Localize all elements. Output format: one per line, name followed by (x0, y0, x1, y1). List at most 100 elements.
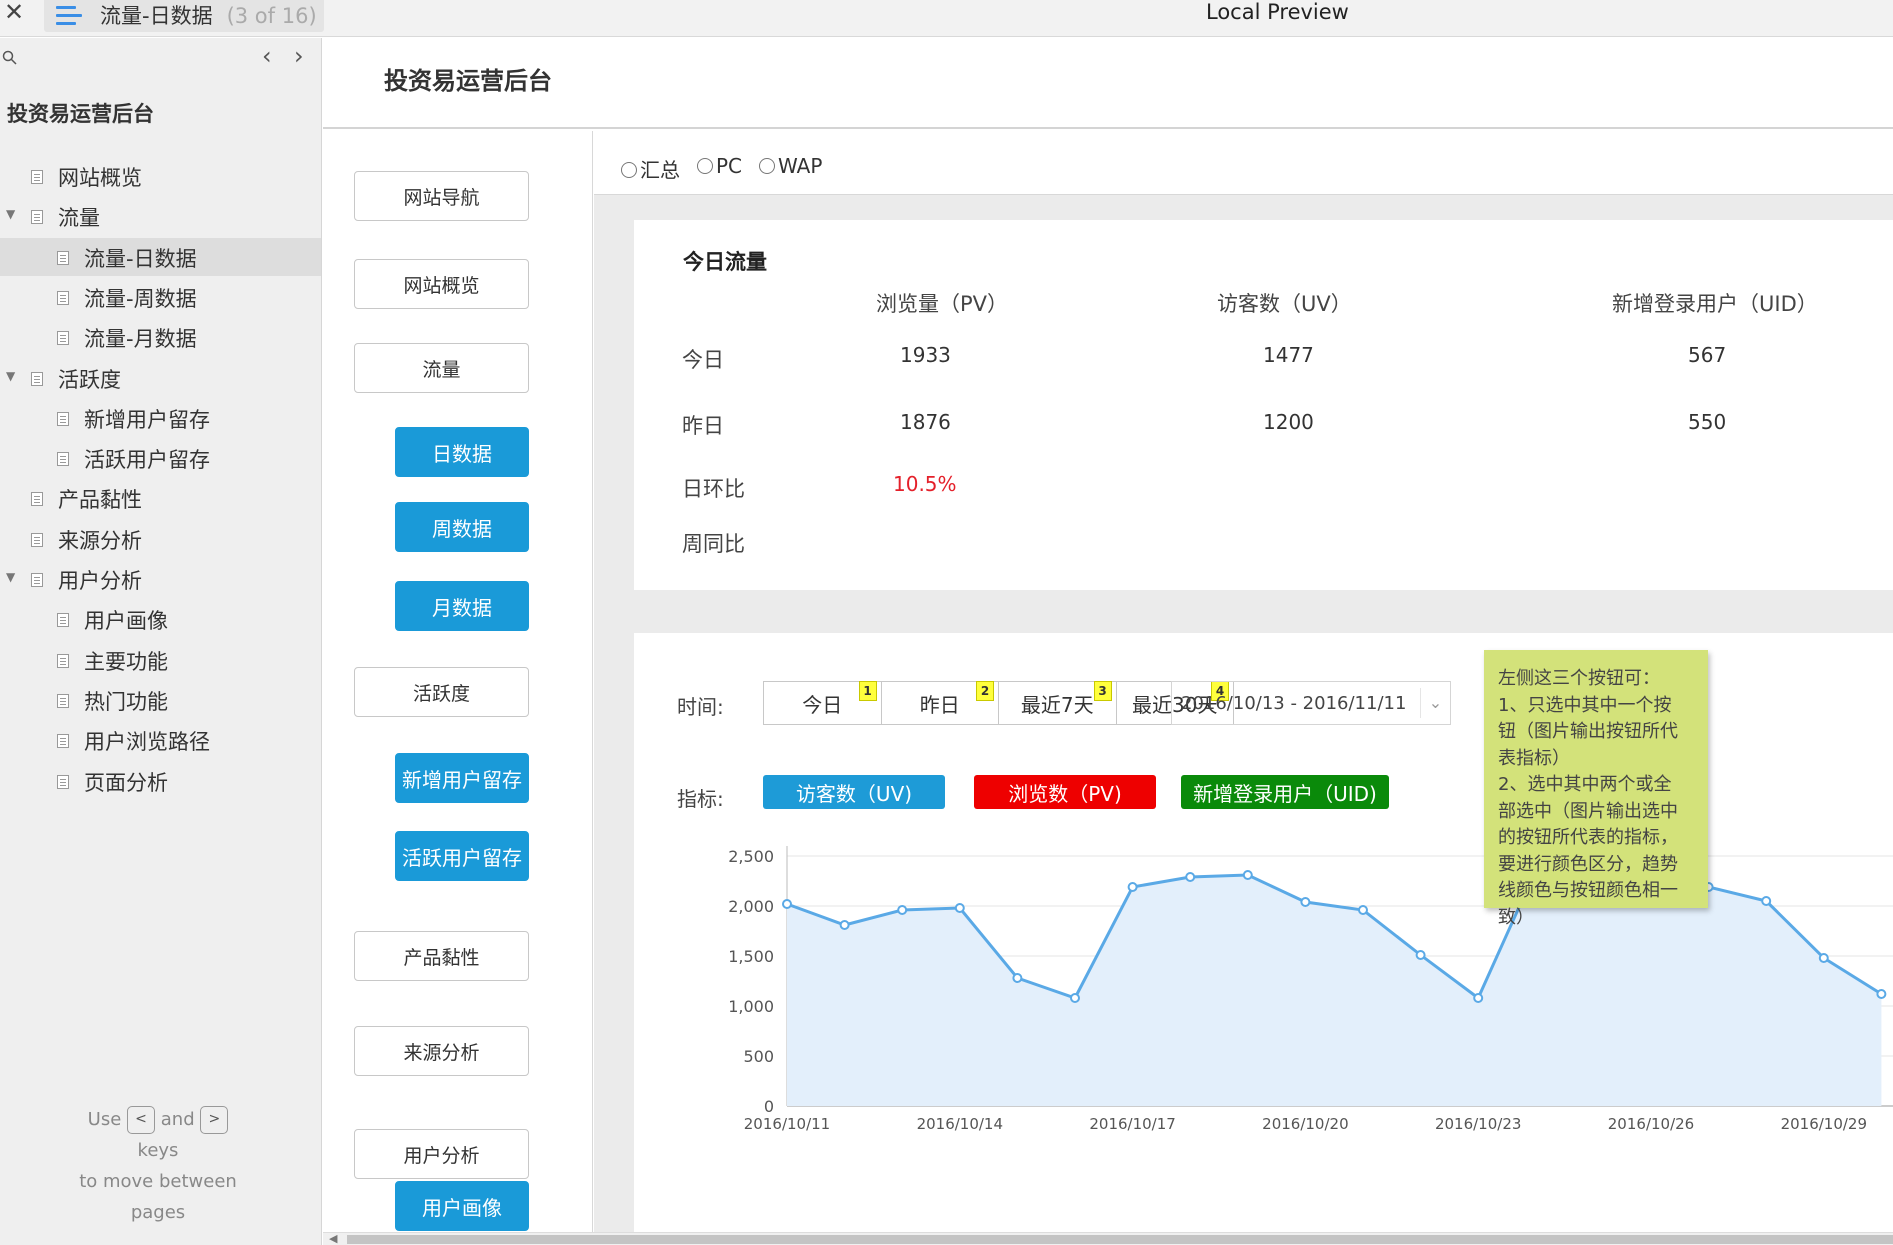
sidebar-item[interactable]: 新增用户留存 (0, 399, 321, 437)
page-icon (31, 573, 43, 587)
document-tab-title: 流量-日数据 (3 of 16) (100, 4, 317, 28)
nav-traffic-button[interactable]: 流量 (354, 343, 529, 393)
page-icon (57, 251, 69, 265)
sidebar-item[interactable]: 热门功能 (0, 681, 321, 719)
sidebar-item-label: 用户画像 (84, 609, 168, 633)
page-icon (57, 331, 69, 345)
page-icon (31, 533, 43, 547)
row-label-today: 今日 (682, 348, 724, 372)
row-label-week-over-week: 周同比 (682, 532, 745, 556)
next-page-icon[interactable]: › (294, 42, 304, 70)
scroll-left-icon[interactable]: ◀ (329, 1232, 337, 1245)
sidebar-item[interactable]: ▼ 活跃度 (0, 359, 321, 397)
sidebar-item-label: 用户浏览路径 (84, 730, 210, 754)
page-icon (31, 210, 43, 224)
page-icon (57, 412, 69, 426)
today-uid-value: 567 (1688, 343, 1727, 367)
sidebar-item-label: 网站概览 (58, 166, 142, 190)
x-tick-label: 2016/10/26 (1608, 1115, 1694, 1133)
y-tick-label: 2,000 (728, 897, 774, 916)
y-tick-label: 1,000 (728, 997, 774, 1016)
right-key-icon: > (200, 1106, 229, 1134)
left-key-icon: < (127, 1106, 156, 1134)
sidebar-item-label: 流量-月数据 (84, 327, 197, 351)
data-point (1876, 989, 1887, 999)
window-title-bar: ✕ 流量-日数据 (3 of 16) Local Preview (0, 0, 1893, 37)
scrollbar-thumb[interactable] (347, 1235, 1893, 1244)
sidebar-item-label: 来源分析 (58, 529, 142, 553)
nav-source-button[interactable]: 来源分析 (354, 1026, 529, 1076)
data-point (1761, 896, 1772, 906)
nav-new-retention-button[interactable]: 新增用户留存 (395, 753, 529, 803)
close-icon[interactable]: ✕ (4, 0, 24, 26)
expand-arrow-icon[interactable]: ▼ (6, 570, 15, 584)
y-tick-label: 1,500 (728, 947, 774, 966)
data-point (1127, 882, 1138, 892)
sidebar-item[interactable]: 网站概览 (0, 157, 321, 195)
sidebar-item[interactable]: 流量-日数据 (0, 238, 321, 276)
sidebar-item[interactable]: 页面分析 (0, 762, 321, 800)
sidebar-item-label: 主要功能 (84, 650, 168, 674)
sidebar-item[interactable]: 来源分析 (0, 520, 321, 558)
sidebar-item-label: 活跃度 (58, 368, 121, 392)
page-list-sidebar: ‹ › 投资易运营后台 网站概览 ▼ 流量 流量-日数据 流量-周数据 流量-月数据 ▼ 活跃… (0, 38, 322, 1245)
horizontal-scrollbar[interactable]: ◀ (323, 1232, 1893, 1245)
page-icon (57, 734, 69, 748)
sidebar-item-label: 流量-日数据 (84, 247, 197, 271)
sidebar-item-label: 流量 (58, 206, 100, 230)
app-header: 投资易运营后台 (323, 38, 1893, 129)
sidebar-item[interactable]: ▼ 用户分析 (0, 560, 321, 598)
yesterday-pv-value: 1876 (900, 410, 951, 434)
nav-daily-button[interactable]: 日数据 (395, 427, 529, 477)
nav-monthly-button[interactable]: 月数据 (395, 581, 529, 631)
window-title: Local Preview (1206, 0, 1349, 24)
menu-icon[interactable] (56, 6, 82, 26)
nav-stickiness-button[interactable]: 产品黏性 (354, 931, 529, 981)
x-tick-label: 2016/10/20 (1262, 1115, 1348, 1133)
sidebar-item[interactable]: 流量-周数据 (0, 278, 321, 316)
search-icon[interactable] (2, 50, 18, 70)
trend-card: 时间: 今日 1 昨日 2 最近7天 3 最近30天 4 2016/10/13 - 20… (634, 633, 1893, 1232)
nav-overview-button[interactable]: 网站概览 (354, 259, 529, 309)
x-tick-label: 2016/10/23 (1435, 1115, 1521, 1133)
day-over-day-pv-value: 10.5% (893, 472, 957, 496)
nav-site-nav-button[interactable]: 网站导航 (354, 171, 529, 221)
radio-circle-icon (621, 162, 637, 178)
sidebar-item[interactable]: 主要功能 (0, 641, 321, 679)
column-header-pv: 浏览量（PV） (876, 292, 1009, 316)
radio-circle-icon (759, 158, 775, 174)
nav-activity-button[interactable]: 活跃度 (354, 667, 529, 717)
sidebar-item[interactable]: 产品黏性 (0, 479, 321, 517)
nav-user-profile-button[interactable]: 用户画像 (395, 1181, 529, 1231)
radio-pc[interactable]: PC (697, 154, 742, 178)
data-point (782, 899, 792, 909)
expand-arrow-icon[interactable]: ▼ (6, 369, 15, 383)
data-point (1070, 993, 1080, 1003)
radio-wap[interactable]: WAP (759, 154, 822, 178)
page-icon (31, 372, 43, 386)
keyboard-hint: Use < and > keys to move between pages (66, 1104, 250, 1228)
x-tick-label: 2016/10/29 (1781, 1115, 1867, 1133)
page-count: (3 of 16) (226, 4, 317, 28)
sidebar-item[interactable]: 流量-月数据 (0, 318, 321, 356)
document-tab[interactable]: 流量-日数据 (3 of 16) (44, 0, 324, 32)
x-tick-label: 2016/10/14 (917, 1115, 1003, 1133)
sidebar-item-label: 流量-周数据 (84, 287, 197, 311)
radio-circle-icon (697, 158, 713, 174)
nav-active-retention-button[interactable]: 活跃用户留存 (395, 831, 529, 881)
data-point (839, 920, 850, 930)
sidebar-item[interactable]: 用户浏览路径 (0, 721, 321, 759)
sidebar-item-label: 热门功能 (84, 690, 168, 714)
data-point (1012, 973, 1023, 983)
expand-arrow-icon[interactable]: ▼ (6, 207, 15, 221)
page-icon (31, 170, 43, 184)
radio-summary[interactable]: 汇总 (621, 154, 680, 183)
nav-user-analysis-button[interactable]: 用户分析 (354, 1129, 529, 1179)
y-tick-label: 2,500 (728, 847, 774, 866)
data-point (1185, 872, 1196, 882)
prev-page-icon[interactable]: ‹ (262, 42, 272, 70)
nav-weekly-button[interactable]: 周数据 (395, 502, 529, 552)
sidebar-item[interactable]: 用户画像 (0, 600, 321, 638)
sidebar-item[interactable]: 活跃用户留存 (0, 439, 321, 477)
sidebar-item[interactable]: ▼ 流量 (0, 197, 321, 235)
